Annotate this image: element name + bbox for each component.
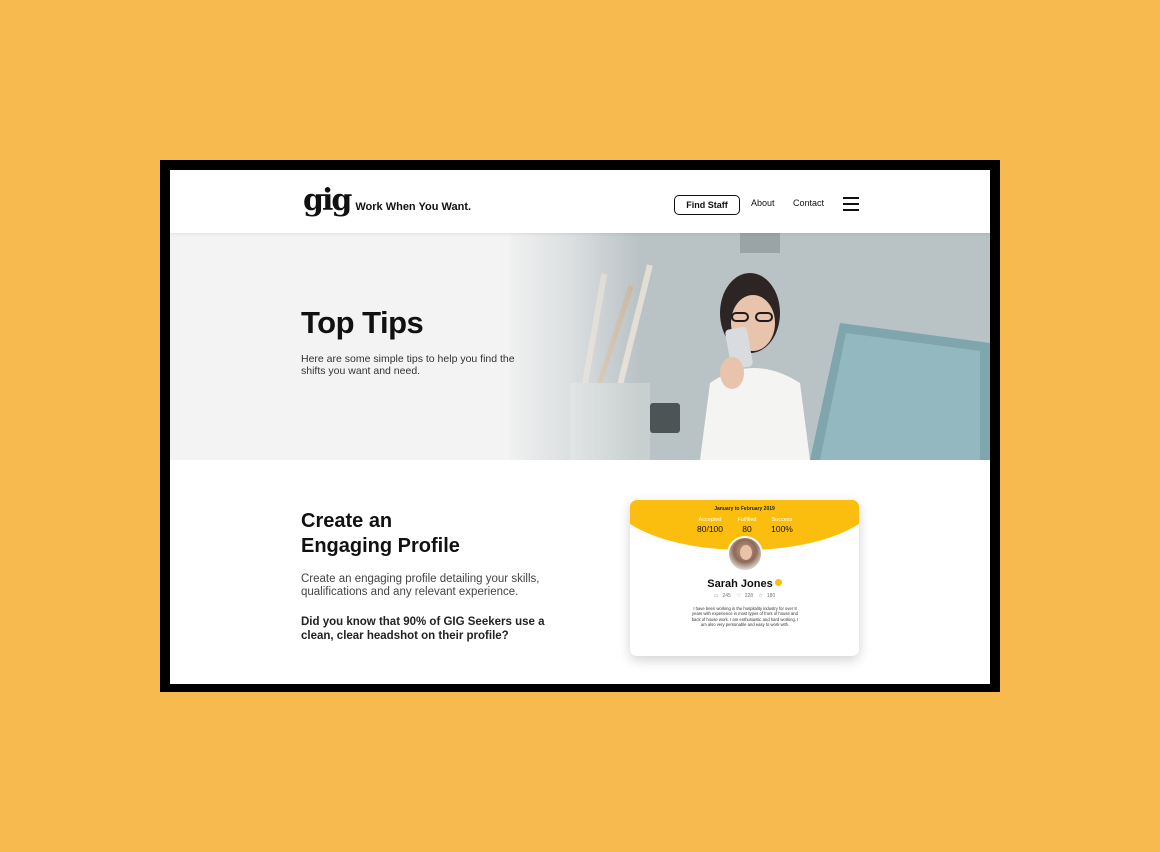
hamburger-menu-icon[interactable] (843, 197, 859, 211)
website-screen: gig Work When You Want. Find Staff About… (170, 170, 990, 684)
verified-badge-icon (774, 579, 782, 586)
find-staff-button[interactable]: Find Staff (674, 195, 740, 215)
logo-tagline: Work When You Want. (355, 201, 472, 213)
meta-likes: 228 (744, 593, 754, 599)
hero-banner: Top Tips Here are some simple tips to he… (170, 233, 990, 460)
section-title-line2: Engaging Profile (301, 535, 460, 557)
nav-about-link[interactable]: About (751, 198, 775, 208)
profile-card-preview: January to February 2019 Accepted 80/100… (630, 500, 859, 656)
meta-rating: 180 (766, 593, 776, 599)
stat-value: 100% (771, 524, 793, 534)
profile-name-text: Sarah Jones (707, 578, 773, 590)
section-title: Create an Engaging Profile (301, 509, 521, 559)
hero-title: Top Tips (301, 305, 424, 340)
profile-name: Sarah Jones (630, 578, 859, 590)
device-frame: gig Work When You Want. Find Staff About… (160, 160, 1000, 692)
section-title-line1: Create an (301, 510, 393, 532)
site-header: gig Work When You Want. Find Staff About… (170, 170, 990, 233)
card-date-range: January to February 2019 (714, 506, 775, 512)
thumbs-up-icon: ♡ (736, 593, 741, 599)
profile-meta: ▭ 245 ♡ 228 ☆ 180 (630, 593, 859, 599)
hero-fade-overlay (500, 233, 640, 460)
briefcase-icon: ▭ (713, 593, 719, 599)
section-body: Create an engaging profile detailing you… (301, 573, 540, 598)
logo-mark: gig (303, 183, 352, 218)
star-icon: ☆ (758, 593, 763, 599)
meta-jobs: 245 (722, 593, 731, 599)
stat-label: Success (771, 517, 793, 523)
section-highlight: Did you know that 90% of GIG Seekers use… (301, 616, 545, 642)
nav-contact-link[interactable]: Contact (793, 198, 824, 208)
profile-bio: I have been working in the hospitality i… (691, 606, 799, 628)
stat-success: Success 100% (757, 517, 807, 534)
gig-logo[interactable]: gig Work When You Want. (303, 183, 472, 222)
hero-subtitle: Here are some simple tips to help you fi… (301, 353, 515, 377)
avatar-face (740, 545, 752, 560)
avatar (727, 536, 763, 572)
